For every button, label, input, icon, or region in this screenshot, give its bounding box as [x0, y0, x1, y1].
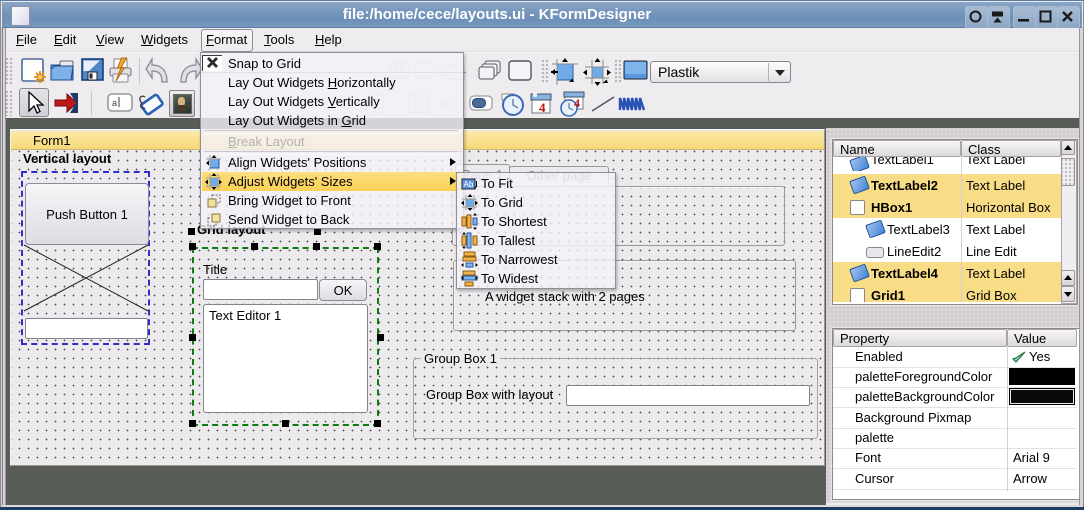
svg-text:a: a: [112, 98, 117, 108]
svg-text:4: 4: [539, 100, 546, 115]
svg-text:Ab: Ab: [464, 180, 474, 189]
svg-text:4: 4: [574, 96, 580, 110]
